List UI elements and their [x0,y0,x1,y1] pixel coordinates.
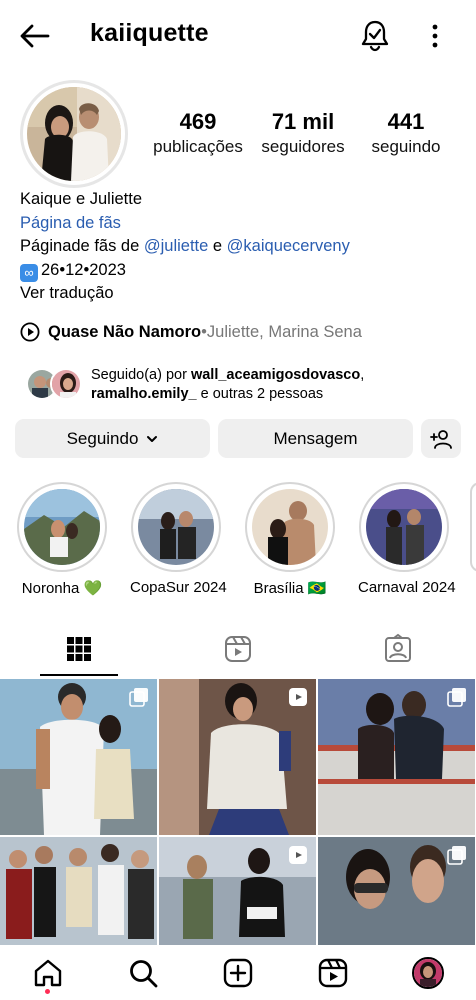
carousel-icon [129,688,148,707]
music-artists: Juliette, Marina Sena [206,322,362,341]
highlight-ring [245,482,335,572]
story-highlight[interactable]: CopaSur 2024 [130,482,227,596]
bio-text-mid: e [208,237,227,255]
play-circle-icon [20,322,40,342]
followers-count-label: seguidores [261,137,345,156]
followed-by-suffix: e outras 2 pessoas [196,386,324,402]
suggested-users-button[interactable] [421,419,461,458]
post-thumbnail[interactable] [159,837,316,945]
post-thumbnail[interactable] [318,837,475,945]
post-thumbnail[interactable] [318,679,475,835]
story-highlight[interactable]: Brasília 🇧🇷 [244,482,336,597]
profile-avatar[interactable] [412,957,444,989]
posts-count[interactable]: 469 publicações [150,109,246,159]
bio-line: Páginade fãs de @juliette e @kaiquecerve… [20,235,350,259]
chevron-down-icon [147,435,158,442]
posts-count-label: publicações [153,137,243,156]
profile-bio: Kaique e Juliette Página de fãs Páginade… [20,188,350,306]
see-translation-link[interactable]: Ver tradução [20,282,350,306]
story-highlight[interactable]: Carnaval 2024 [358,482,456,596]
top-bar: kaiiquette [0,0,476,70]
following-button-label: Seguindo [66,428,139,448]
followed-by-prefix: Seguido(a) por [91,367,191,383]
following-count-value: 441 [387,109,425,134]
highlight-cover [252,489,328,565]
follower-username[interactable]: ramalho.emily_ [91,386,197,402]
add-user-icon [430,429,452,449]
bio-text: Páginade fãs de [20,237,144,255]
bio-date: 26•12•2023 [41,260,126,279]
message-button-label: Mensagem [273,428,358,448]
post-thumbnail[interactable] [0,837,157,945]
tagged-icon[interactable] [382,633,414,665]
highlight-partial[interactable] [470,482,476,572]
profile-avatar[interactable] [27,87,121,181]
posts-grid [0,679,476,945]
reels-icon[interactable] [222,633,254,665]
followed-by-text: Seguido(a) por wall_aceamigosdovasco, ra… [91,366,364,404]
home-icon[interactable] [32,957,64,989]
following-count-label: seguindo [371,137,441,156]
highlight-label: CopaSur 2024 [130,579,227,596]
profile-tabs [0,625,476,677]
highlight-cover [138,489,214,565]
carousel-icon [447,688,466,707]
highlight-ring [359,482,449,572]
follower-username[interactable]: wall_aceamigosdovasco [191,367,360,383]
posts-count-value: 469 [179,109,217,134]
message-button[interactable]: Mensagem [218,419,413,458]
post-thumbnail[interactable] [159,679,316,835]
bottom-navigation [0,945,476,1000]
carousel-icon [447,846,466,865]
more-vertical-icon[interactable] [424,20,446,52]
bio-date-line: ∞ 26•12•2023 [20,259,350,283]
mention-juliette[interactable]: @juliette [144,237,208,255]
search-icon[interactable] [127,957,159,989]
music-song-title: Quase Não Namoro [48,322,202,341]
notification-dot [45,989,50,994]
following-button[interactable]: Seguindo [15,419,210,458]
followed-by-comma: , [360,367,365,383]
notification-bell-icon[interactable] [358,18,392,52]
mention-kaiquecerveny[interactable]: @kaiquecerveny [227,237,350,255]
profile-display-name: Kaique e Juliette [20,190,143,208]
active-tab-indicator [40,674,118,676]
profile-category[interactable]: Página de fãs [20,212,350,236]
highlight-label: Noronha 💚 [21,580,103,597]
reels-icon [289,846,307,864]
followed-by[interactable]: Seguido(a) por wall_aceamigosdovasco, ra… [26,366,466,406]
highlight-ring [17,482,107,572]
highlight-label: Brasília 🇧🇷 [253,580,327,597]
highlight-cover [24,489,100,565]
grid-icon[interactable] [63,633,95,665]
arrow-left-icon[interactable] [18,20,52,52]
highlight-label: Carnaval 2024 [358,579,456,596]
followers-count[interactable]: 71 mil seguidores [258,109,348,159]
reels-icon [289,688,307,706]
profile-username: kaiiquette [90,19,209,47]
post-thumbnail[interactable] [0,679,157,835]
following-count[interactable]: 441 seguindo [366,109,446,159]
infinity-icon: ∞ [20,263,38,282]
followers-count-value: 71 mil [271,109,335,134]
highlight-ring [131,482,221,572]
create-icon[interactable] [222,957,254,989]
profile-music[interactable]: Quase Não Namoro • Juliette, Marina Sena [20,322,362,342]
story-highlight[interactable]: Noronha 💚 [16,482,108,597]
highlight-cover [366,489,442,565]
follower-avatar [50,368,82,400]
reels-icon[interactable] [317,957,349,989]
